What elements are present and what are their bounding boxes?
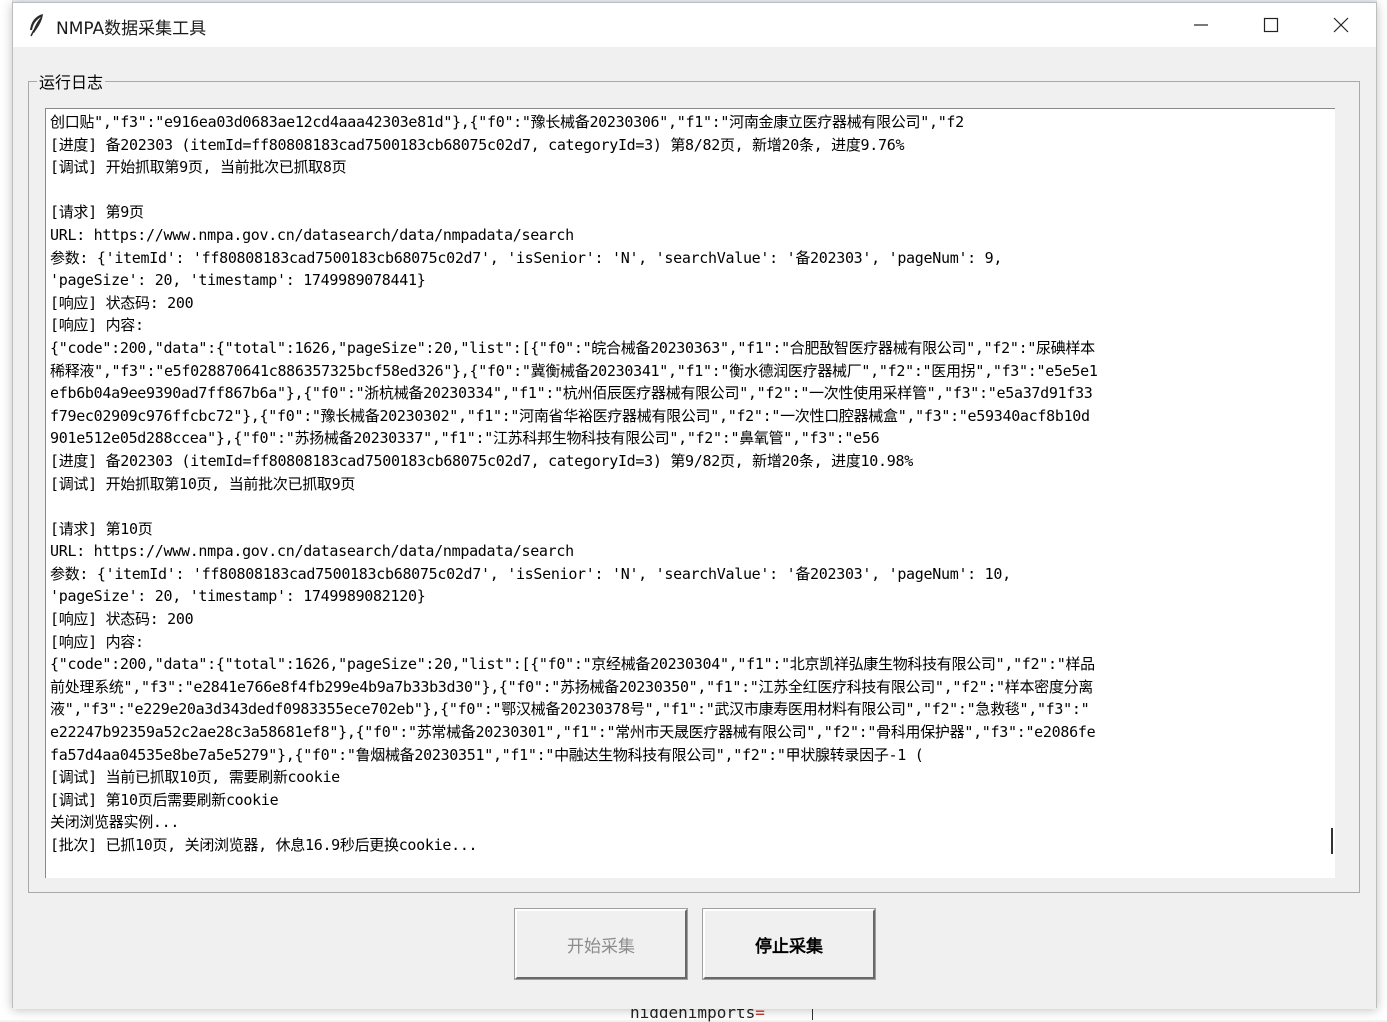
log-line: 参数: {'itemId': 'ff80808183cad7500183cb68… [50, 248, 1003, 267]
feather-icon [30, 14, 43, 37]
log-line: [调试] 第10页后需要刷新cookie [50, 790, 279, 809]
log-line: [调试] 当前已抓取10页, 需要刷新cookie [50, 768, 340, 787]
log-line: [响应] 状态码: 200 [50, 610, 194, 629]
background-editor-right [1377, 0, 1387, 1020]
window-client-area: 运行日志 创口贴","f3":"e916ea03d0683ae12cd4aaa4… [13, 47, 1376, 1009]
log-line: f79ec02909c976ffcbc72"},{"f0":"豫长械备20230… [50, 406, 1090, 425]
log-line: [批次] 已抓10页, 关闭浏览器, 休息16.9秒后更换cookie... [50, 836, 478, 854]
log-line: [进度] 备202303 (itemId=ff80808183cad750018… [50, 135, 905, 154]
run-log-frame: 运行日志 创口贴","f3":"e916ea03d0683ae12cd4aaa4… [28, 69, 1360, 893]
log-lines: 创口贴","f3":"e916ea03d0683ae12cd4aaa42303e… [50, 111, 1325, 857]
log-line: 901e512e05d288ccea"},{"f0":"苏扬械备20230337… [50, 429, 880, 448]
minimize-button[interactable] [1166, 3, 1236, 47]
close-button[interactable] [1306, 3, 1376, 47]
start-collect-button[interactable]: 开始采集 [514, 908, 688, 980]
log-line: 前处理系统","f3":"e2841e766e8f4fb299e4b9a7b33… [50, 677, 1093, 696]
log-line: [响应] 状态码: 200 [50, 293, 194, 312]
log-line: fa57d4aa04535e8be7a5e5279"},{"f0":"鲁烟械备2… [50, 745, 924, 764]
log-line: [进度] 备202303 (itemId=ff80808183cad750018… [50, 451, 913, 470]
log-line: 稀释液","f3":"e5f028870641c886357325bcf58ed… [50, 361, 1098, 380]
log-line: 关闭浏览器实例... [50, 813, 180, 832]
stop-collect-button[interactable]: 停止采集 [702, 908, 876, 980]
app-window: NMPA数据采集工具 运行日志 创口贴","f3":"e916ea03d0683… [12, 2, 1377, 1009]
log-line: 'pageSize': 20, 'timestamp': 17499890821… [50, 587, 426, 606]
window-title: NMPA数据采集工具 [56, 19, 207, 39]
maximize-icon [1263, 17, 1279, 33]
log-line: {"code":200,"data":{"total":1626,"pageSi… [50, 655, 1095, 674]
log-line: 液","f3":"e229e20a3d343dedf0983355ece702e… [50, 700, 1090, 719]
run-log-legend: 运行日志 [39, 73, 104, 92]
log-line: [请求] 第9页 [50, 203, 144, 222]
log-line: [请求] 第10页 [50, 519, 153, 538]
log-line: URL: https://www.nmpa.gov.cn/datasearch/… [50, 225, 574, 244]
log-line: 创口贴","f3":"e916ea03d0683ae12cd4aaa42303e… [50, 113, 964, 131]
log-line: [调试] 开始抓取第10页, 当前批次已抓取9页 [50, 474, 356, 493]
log-line: [响应] 内容: [50, 632, 144, 651]
log-line: 'pageSize': 20, 'timestamp': 17499890784… [50, 271, 426, 290]
log-line: e22247b92359a52c2ae28c3a58681ef8"},{"f0"… [50, 723, 1096, 742]
close-icon [1333, 17, 1349, 33]
log-line: 参数: {'itemId': 'ff80808183cad7500183cb68… [50, 564, 1011, 583]
minimize-icon [1194, 24, 1208, 26]
title-bar[interactable]: NMPA数据采集工具 [13, 3, 1376, 47]
log-line: {"code":200,"data":{"total":1626,"pageSi… [50, 338, 1095, 357]
log-line: [响应] 内容: [50, 316, 144, 335]
log-line: [调试] 开始抓取第9页, 当前批次已抓取8页 [50, 158, 347, 177]
maximize-button[interactable] [1236, 3, 1306, 47]
log-text-area[interactable]: 创口贴","f3":"e916ea03d0683ae12cd4aaa42303e… [45, 108, 1335, 878]
log-line: URL: https://www.nmpa.gov.cn/datasearch/… [50, 542, 574, 561]
log-text-cursor [1331, 828, 1333, 854]
log-line: efb6b04a9ee9390ad7ff867b6a"},{"f0":"浙杭械备… [50, 384, 1093, 403]
